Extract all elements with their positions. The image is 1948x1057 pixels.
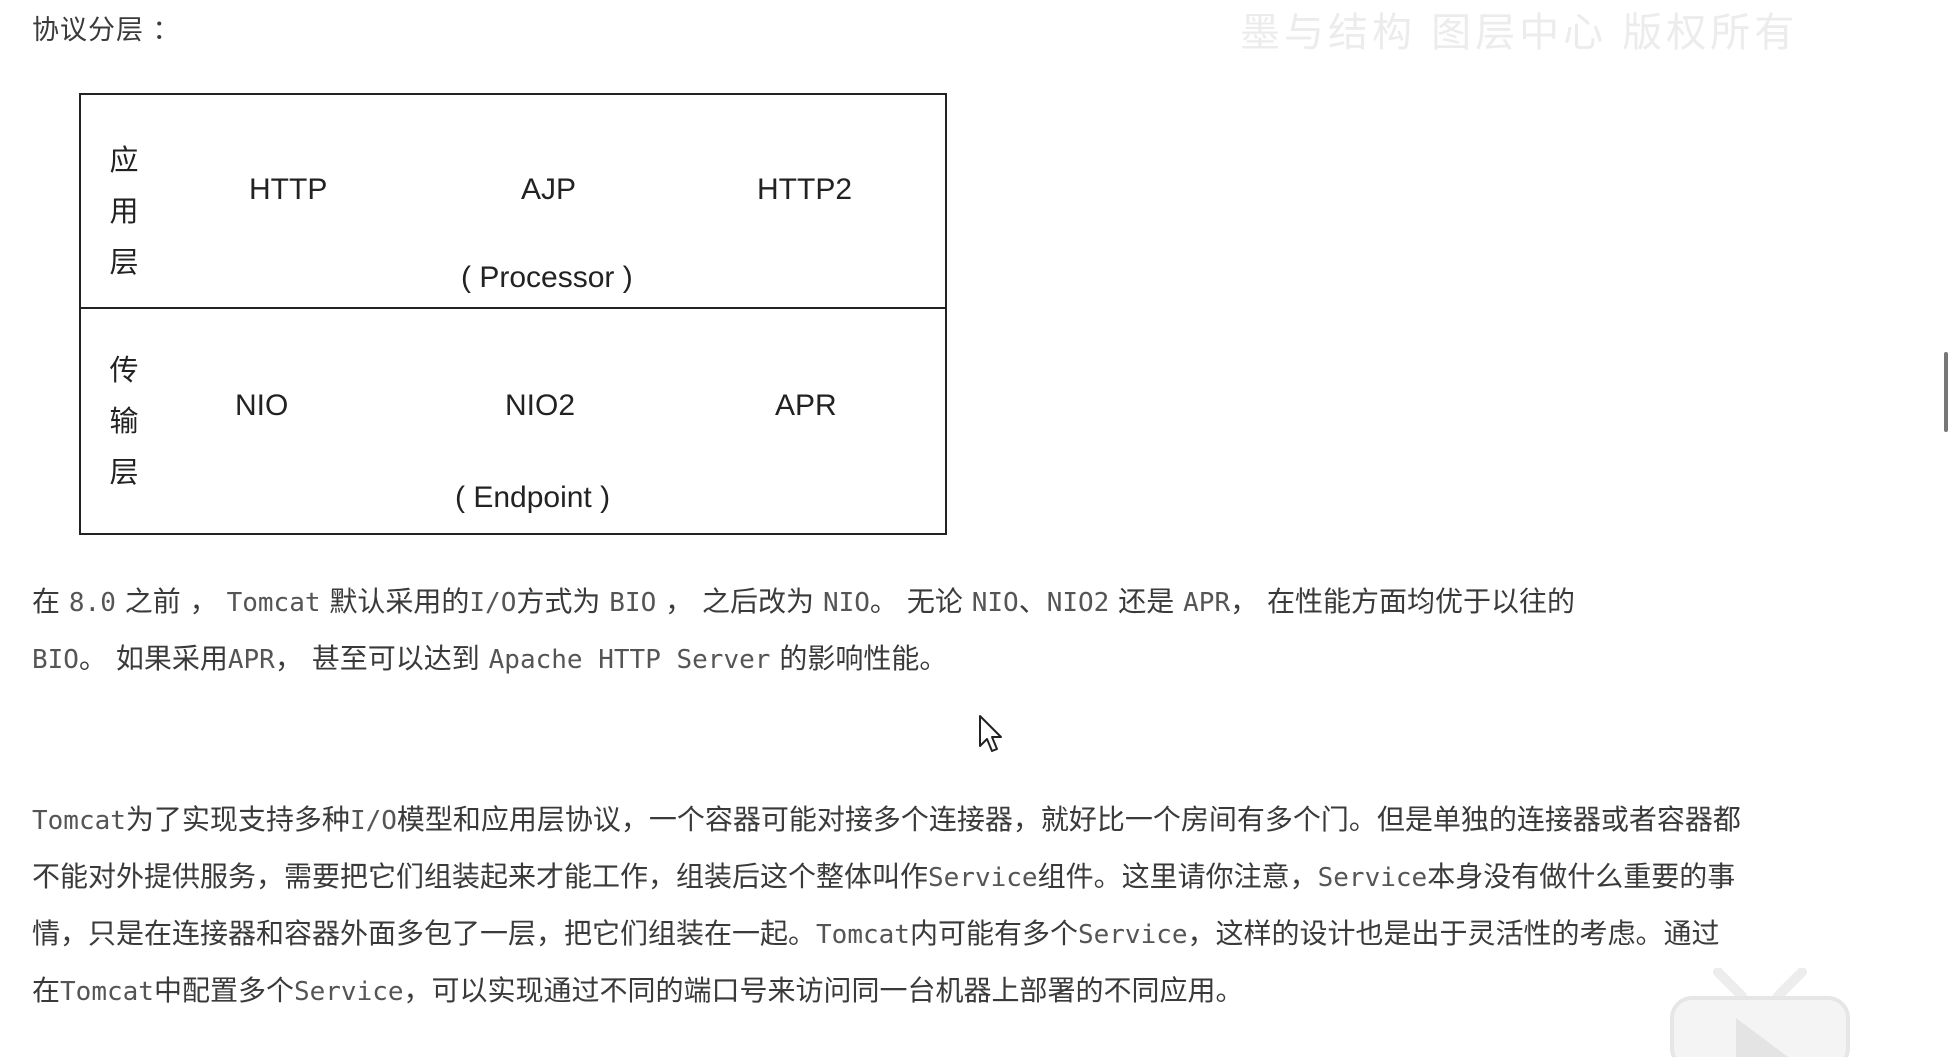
mouse-pointer-icon <box>979 715 1002 752</box>
layer-label-char: 用 <box>109 194 139 228</box>
protocol-nio2: NIO2 <box>505 389 576 422</box>
code-run: Apache HTTP Server <box>488 645 771 675</box>
text-run: 在 <box>32 585 69 618</box>
code-run: Service <box>293 977 404 1007</box>
text-run: ， 在性能方面均优于以往的 <box>1230 585 1576 618</box>
text-run: 组件。这里请你注意， <box>1037 860 1318 893</box>
protocol-nio: NIO <box>235 389 289 422</box>
text-run: ，这样的设计也是出于灵活性的考虑。通过 <box>1187 917 1720 950</box>
layer-label-char: 层 <box>109 245 139 279</box>
text-run: 方式为 <box>516 585 610 618</box>
text-run: 中配置多个 <box>153 974 294 1007</box>
application-layer-label: 应 用 层 <box>107 135 141 288</box>
transport-layer-row: 传 输 层 NIO NIO2 APR ( Endpoint ) <box>81 309 945 533</box>
code-run: NIO <box>971 588 1019 618</box>
code-run: Service <box>928 863 1038 893</box>
text-run: 还是 <box>1109 585 1184 618</box>
code-run: I/O <box>349 806 397 836</box>
paragraph-line: 在 8.0 之前 ， Tomcat 默认采用的I/O方式为 BIO ， 之后改为… <box>32 574 1892 631</box>
text-run: 本身没有做什么重要的事 <box>1427 860 1736 893</box>
text-run: 。 如果采用 <box>78 642 228 675</box>
protocol-apr: APR <box>775 389 837 422</box>
transport-layer-label: 传 输 层 <box>107 345 141 498</box>
code-run: I/O <box>469 588 517 618</box>
paragraph-line: 情，只是在连接器和容器外面多包了一层，把它们组装在一起。Tomcat内可能有多个… <box>32 906 1892 963</box>
code-run: NIO2 <box>1046 588 1110 618</box>
paragraph-line: 在Tomcat中配置多个Service，可以实现通过不同的端口号来访问同一台机器… <box>32 963 1892 1020</box>
endpoint-component-label: ( Endpoint ) <box>455 481 611 514</box>
layer-label-char: 传 <box>109 353 139 387</box>
text-run: 默认采用的 <box>320 585 470 618</box>
text-run: 为了实现支持多种 <box>125 803 350 836</box>
text-run: ， 之后改为 <box>656 585 823 618</box>
code-run: Service <box>1077 920 1188 950</box>
protocol-http: HTTP <box>249 173 328 206</box>
code-run: APR <box>227 645 275 675</box>
text-run: 模型和应用层协议，一个容器可能对接多个连接器，就好比一个房间有多个门。但是单独的… <box>396 803 1741 836</box>
text-run: ， 甚至可以达到 <box>274 642 489 675</box>
protocol-ajp: AJP <box>521 173 577 206</box>
layer-label-char: 应 <box>109 143 139 177</box>
code-run: NIO <box>822 588 870 618</box>
text-run: 不能对外提供服务，需要把它们组装起来才能工作，组装后这个整体叫作 <box>32 860 929 893</box>
code-run: BIO <box>32 645 79 675</box>
code-run: APR <box>1183 588 1231 618</box>
paragraph-line: Tomcat为了实现支持多种I/O模型和应用层协议，一个容器可能对接多个连接器，… <box>32 792 1892 849</box>
scrollbar-thumb[interactable] <box>1944 352 1948 432</box>
paragraph-line: 不能对外提供服务，需要把它们组装起来才能工作，组装后这个整体叫作Service组… <box>32 849 1892 906</box>
text-run: 内可能有多个 <box>909 917 1078 950</box>
text-run: 。 无论 <box>869 585 972 618</box>
text-run: 、 <box>1018 585 1047 618</box>
tv-player-icon[interactable] <box>1668 968 1852 1057</box>
protocol-layer-table: 应 用 层 HTTP AJP HTTP2 ( Processor ) 传 输 层… <box>79 93 947 535</box>
text-run: ，可以实现通过不同的端口号来访问同一台机器上部署的不同应用。 <box>403 974 1244 1007</box>
processor-component-label: ( Processor ) <box>461 261 633 294</box>
text-run: 在 <box>32 974 61 1007</box>
paragraph-service-component: Tomcat为了实现支持多种I/O模型和应用层协议，一个容器可能对接多个连接器，… <box>32 792 1892 1020</box>
paragraph-io-models: 在 8.0 之前 ， Tomcat 默认采用的I/O方式为 BIO ， 之后改为… <box>32 574 1892 688</box>
code-run: Tomcat <box>32 806 126 836</box>
application-layer-row: 应 用 层 HTTP AJP HTTP2 ( Processor ) <box>81 95 945 309</box>
section-heading: 协议分层 ： <box>32 15 181 45</box>
code-run: 8.0 <box>68 588 116 618</box>
layer-label-char: 层 <box>109 455 139 489</box>
layer-label-char: 输 <box>109 404 139 438</box>
code-run: Tomcat <box>226 588 321 618</box>
paragraph-line: BIO。 如果采用APR， 甚至可以达到 Apache HTTP Server … <box>32 631 1892 688</box>
text-run: 的影响性能。 <box>770 642 948 675</box>
code-run: BIO <box>609 588 657 618</box>
protocol-http2: HTTP2 <box>757 173 853 206</box>
text-run: 之前 ， <box>115 585 227 618</box>
code-run: Tomcat <box>816 920 910 950</box>
watermark: 墨与结构 图层中心 版权所有 <box>1240 11 1799 55</box>
code-run: Service <box>1317 863 1428 893</box>
code-run: Tomcat <box>60 977 154 1007</box>
text-run: 情，只是在连接器和容器外面多包了一层，把它们组装在一起。 <box>32 917 817 950</box>
